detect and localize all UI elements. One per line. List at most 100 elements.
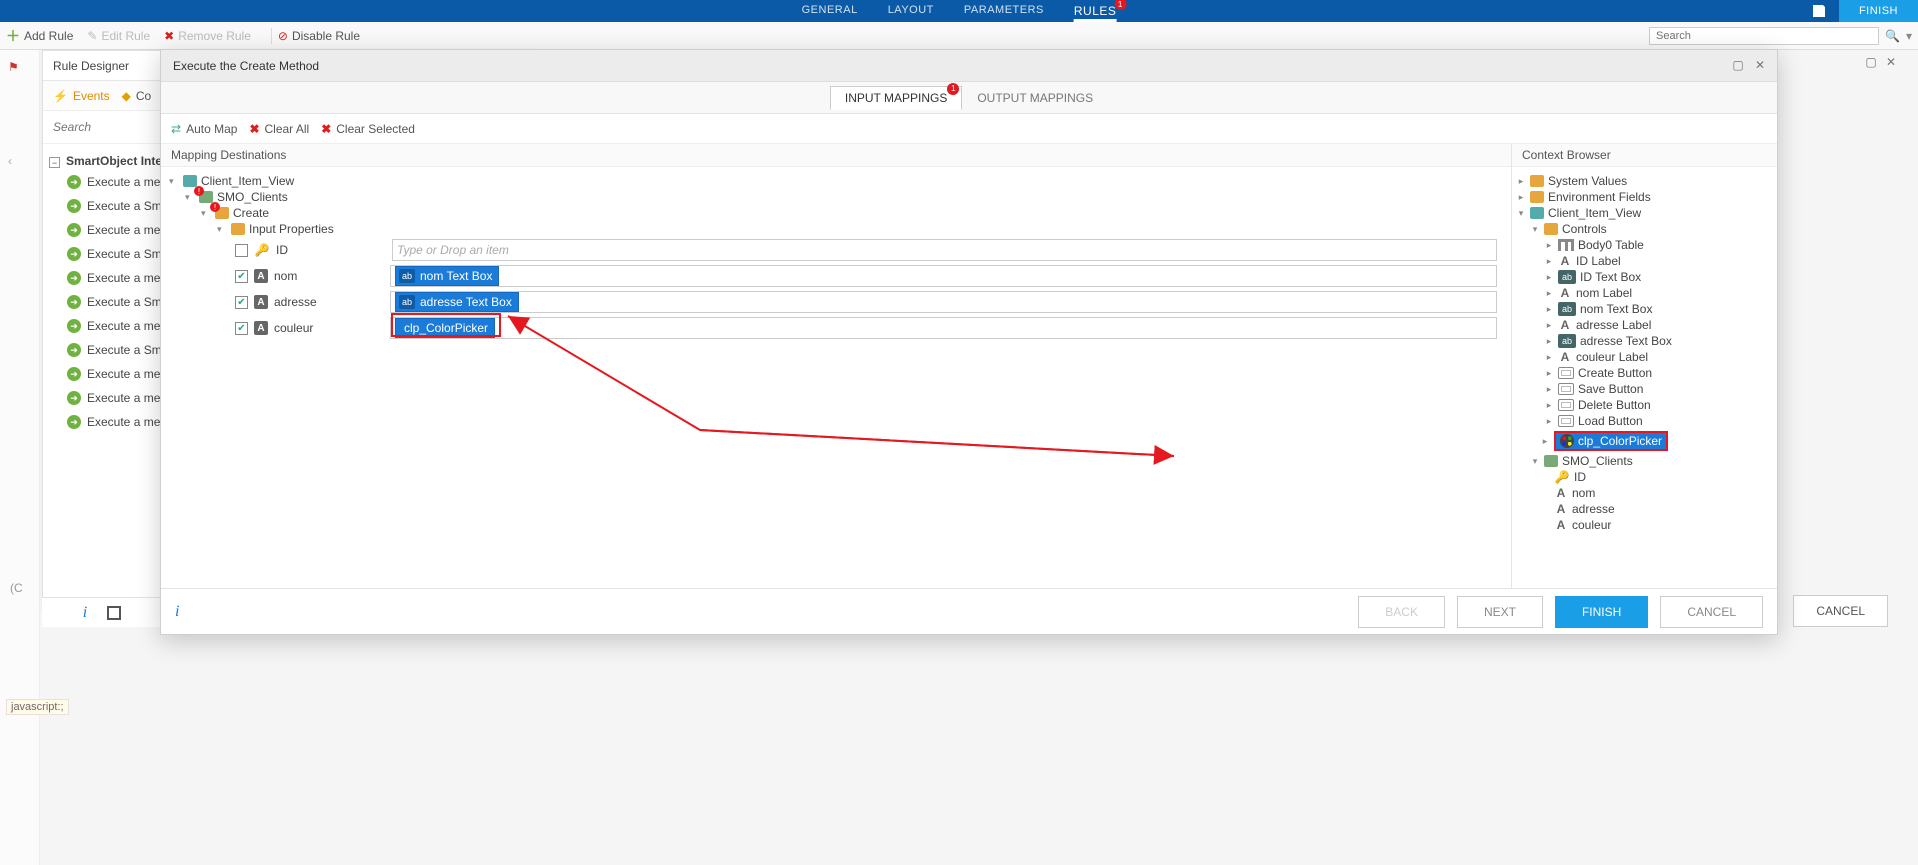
caret-icon[interactable]: ▾: [1530, 224, 1540, 235]
textbox-icon: ab: [399, 269, 415, 283]
pill-adresse-textbox[interactable]: ab adresse Text Box: [395, 292, 519, 312]
save-icon[interactable]: [1799, 0, 1839, 22]
caret-icon[interactable]: ▸: [1544, 352, 1554, 363]
finish-button[interactable]: FINISH: [1555, 596, 1648, 628]
outer-close-icon[interactable]: ✕: [1884, 55, 1898, 69]
caret-icon[interactable]: ▸: [1544, 304, 1554, 315]
ctx-save-btn[interactable]: Save Button: [1578, 382, 1643, 396]
nav-parameters[interactable]: PARAMETERS: [964, 4, 1044, 18]
tab-output-mappings[interactable]: OUTPUT MAPPINGS: [962, 86, 1108, 110]
tab-conditions[interactable]: ◆ Co: [122, 89, 152, 103]
finish-top-button[interactable]: FINISH: [1839, 0, 1918, 22]
dialog-maximize-icon[interactable]: ▢: [1731, 58, 1745, 72]
ctx-view[interactable]: Client_Item_View: [1548, 206, 1641, 220]
tab-input-mappings[interactable]: INPUT MAPPINGS 1: [830, 86, 962, 110]
view-node[interactable]: Client_Item_View: [201, 174, 294, 188]
checkbox-id[interactable]: [235, 244, 248, 257]
dialog-title: Execute the Create Method: [173, 59, 319, 73]
ctx-load-btn[interactable]: Load Button: [1578, 414, 1643, 428]
info-icon[interactable]: i: [175, 603, 179, 621]
checkbox-nom[interactable]: [235, 270, 248, 283]
text-type-icon: A: [254, 269, 268, 283]
caret-icon[interactable]: ▸: [1544, 400, 1554, 411]
caret-icon[interactable]: ▾: [217, 224, 227, 235]
input-props-node[interactable]: Input Properties: [249, 222, 334, 236]
field-adresse-label: adresse: [274, 295, 384, 309]
checkbox-icon[interactable]: [107, 606, 121, 620]
field-nom-dropzone[interactable]: ab nom Text Box: [390, 265, 1497, 287]
nav-rules[interactable]: RULES 1: [1074, 4, 1117, 18]
text-type-icon: A: [254, 321, 268, 335]
caret-icon[interactable]: ▸: [1544, 384, 1554, 395]
ctx-id-label[interactable]: ID Label: [1576, 254, 1621, 268]
nav-layout[interactable]: LAYOUT: [888, 4, 934, 18]
ctx-smo-id[interactable]: ID: [1574, 470, 1586, 484]
checkbox-adresse[interactable]: [235, 296, 248, 309]
caret-icon[interactable]: ▾: [169, 176, 179, 187]
add-rule-button[interactable]: ＋ Add Rule: [6, 26, 73, 46]
ctx-smo-couleur[interactable]: couleur: [1572, 518, 1611, 532]
tree-toggle[interactable]: −: [49, 157, 60, 168]
ctx-nom-text[interactable]: nom Text Box: [1580, 302, 1652, 316]
filter-icon[interactable]: ▾: [1906, 29, 1912, 43]
ctx-adresse-text[interactable]: adresse Text Box: [1580, 334, 1672, 348]
field-id-dropzone[interactable]: Type or Drop an item: [392, 239, 1497, 261]
ctx-id-text[interactable]: ID Text Box: [1580, 270, 1641, 284]
disable-rule-button[interactable]: ⊘ Disable Rule: [278, 29, 360, 43]
caret-icon[interactable]: ▸: [1544, 336, 1554, 347]
ctx-colorpicker-highlighted[interactable]: clp_ColorPicker: [1554, 431, 1668, 451]
caret-icon[interactable]: ▸: [1516, 192, 1526, 203]
caret-icon[interactable]: ▸: [1516, 176, 1526, 187]
caret-icon[interactable]: ▾: [1516, 208, 1526, 219]
collapse-icon[interactable]: ‹: [0, 84, 39, 238]
nav-general[interactable]: GENERAL: [802, 4, 858, 18]
field-id-label: ID: [276, 243, 386, 257]
dialog-close-icon[interactable]: ✕: [1753, 58, 1767, 72]
folder-icon: [231, 223, 245, 235]
ctx-controls[interactable]: Controls: [1562, 222, 1607, 236]
auto-map-button[interactable]: ⇄ Auto Map: [171, 122, 237, 136]
clear-all-button[interactable]: ✖ Clear All: [249, 122, 309, 136]
arrow-right-icon: ➜: [67, 415, 81, 429]
caret-icon[interactable]: ▸: [1540, 436, 1550, 447]
pill-nom-textbox[interactable]: ab nom Text Box: [395, 266, 499, 286]
ctx-body0[interactable]: Body0 Table: [1578, 238, 1644, 252]
caret-icon[interactable]: ▸: [1544, 272, 1554, 283]
caret-icon[interactable]: ▸: [1544, 368, 1554, 379]
field-couleur-dropzone[interactable]: clp_ColorPicker: [390, 317, 1497, 339]
tab-events[interactable]: ⚡ Events: [53, 89, 110, 103]
ctx-delete-btn[interactable]: Delete Button: [1578, 398, 1651, 412]
info-icon[interactable]: i: [83, 604, 87, 622]
textbox-icon: ab: [1558, 334, 1576, 348]
rules-search-input[interactable]: [1649, 27, 1879, 45]
ctx-smo-nom[interactable]: nom: [1572, 486, 1595, 500]
caret-icon[interactable]: ▾: [1530, 456, 1540, 467]
top-navbar: GENERAL LAYOUT PARAMETERS RULES 1 FINISH: [0, 0, 1918, 22]
caret-icon[interactable]: ▸: [1544, 320, 1554, 331]
ctx-couleur-label[interactable]: couleur Label: [1576, 350, 1648, 364]
ctx-create-btn[interactable]: Create Button: [1578, 366, 1652, 380]
method-node[interactable]: Create: [233, 206, 269, 220]
outer-maximize-icon[interactable]: ▢: [1864, 55, 1878, 69]
textbox-icon: ab: [1558, 302, 1576, 316]
smo-node[interactable]: SMO_Clients: [217, 190, 288, 204]
checkbox-couleur[interactable]: [235, 322, 248, 335]
caret-icon[interactable]: ▸: [1544, 416, 1554, 427]
caret-icon[interactable]: ▸: [1544, 288, 1554, 299]
caret-icon[interactable]: ▸: [1544, 256, 1554, 267]
ctx-smo[interactable]: SMO_Clients: [1562, 454, 1633, 468]
outer-cancel-button[interactable]: CANCEL: [1793, 595, 1888, 627]
ctx-nom-label[interactable]: nom Label: [1576, 286, 1632, 300]
clear-selected-button[interactable]: ✖ Clear Selected: [321, 122, 415, 136]
label-icon: A: [1558, 350, 1572, 364]
search-icon[interactable]: 🔍: [1885, 29, 1900, 43]
x-icon: ✖: [164, 29, 174, 43]
next-button[interactable]: NEXT: [1457, 596, 1543, 628]
ctx-adresse-label[interactable]: adresse Label: [1576, 318, 1651, 332]
cancel-button[interactable]: CANCEL: [1660, 596, 1763, 628]
ctx-env-fields[interactable]: Environment Fields: [1548, 190, 1651, 204]
ctx-smo-adresse[interactable]: adresse: [1572, 502, 1615, 516]
caret-icon[interactable]: ▸: [1544, 240, 1554, 251]
field-adresse-dropzone[interactable]: ab adresse Text Box: [390, 291, 1497, 313]
ctx-system-values[interactable]: System Values: [1548, 174, 1627, 188]
